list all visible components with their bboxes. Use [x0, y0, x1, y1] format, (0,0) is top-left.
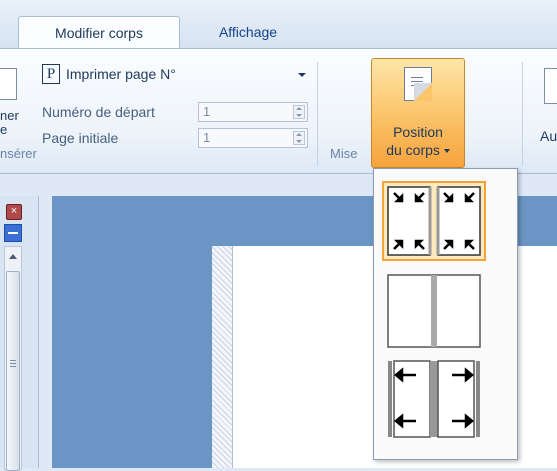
- spinner-arrows-icon[interactable]: [293, 105, 305, 119]
- group-label-inserer: nsérer: [0, 146, 37, 161]
- initial-page-value: 1: [203, 130, 211, 145]
- navigation-panel: ×: [0, 196, 39, 471]
- ribbon-tab-strip: Modifier corps Affichage: [0, 0, 557, 49]
- start-number-label: Numéro de départ: [42, 104, 155, 120]
- tab-modifier-corps[interactable]: Modifier corps: [18, 16, 180, 49]
- print-page-label: Imprimer page N°: [66, 66, 176, 82]
- partial-left-button[interactable]: ner e: [0, 64, 22, 137]
- scroll-up-arrow-icon[interactable]: [9, 254, 17, 259]
- vertical-scrollbar[interactable]: [4, 246, 22, 471]
- start-number-value: 1: [203, 104, 211, 119]
- close-icon[interactable]: ×: [6, 204, 22, 220]
- page-binding-margin: [212, 246, 233, 468]
- partial-right-icon: [544, 68, 557, 104]
- group-divider: [522, 62, 523, 166]
- chevron-down-icon: [298, 73, 306, 77]
- document-page-icon: [404, 67, 432, 101]
- partial-label-line2: e: [0, 122, 8, 137]
- split-pages-icon: [387, 274, 481, 348]
- chevron-down-icon: [443, 149, 450, 154]
- position-button-line2: du corps: [386, 142, 440, 158]
- start-number-spinner[interactable]: 1: [198, 102, 308, 122]
- spinner-arrows-icon[interactable]: [293, 131, 305, 145]
- group-label-mise: Mise: [330, 146, 358, 161]
- tab-affichage[interactable]: Affichage: [198, 16, 298, 48]
- scrollbar-thumb[interactable]: [6, 271, 20, 471]
- partial-right-label: Au: [540, 128, 557, 144]
- print-page-dropdown[interactable]: P Imprimer page N°: [42, 64, 306, 86]
- corner-arrows-icon: [387, 186, 481, 256]
- partial-icon: [0, 68, 17, 100]
- print-page-icon: P: [42, 64, 60, 84]
- option-split-pages[interactable]: [382, 271, 486, 351]
- side-arrows-icon: [388, 360, 480, 438]
- partial-right-button[interactable]: Au: [538, 64, 557, 154]
- position-button-line1: Position: [393, 124, 443, 140]
- initial-page-spinner[interactable]: 1: [198, 128, 308, 148]
- collapse-icon[interactable]: [4, 224, 22, 242]
- partial-label-line1: ner: [0, 108, 19, 123]
- group-divider: [317, 62, 318, 166]
- position-du-corps-button[interactable]: Position du corps: [371, 58, 465, 168]
- position-dropdown-menu: [373, 168, 518, 460]
- option-side-arrows[interactable]: [382, 359, 486, 439]
- option-corners-arrows[interactable]: [382, 181, 486, 261]
- initial-page-label: Page initiale: [42, 130, 119, 146]
